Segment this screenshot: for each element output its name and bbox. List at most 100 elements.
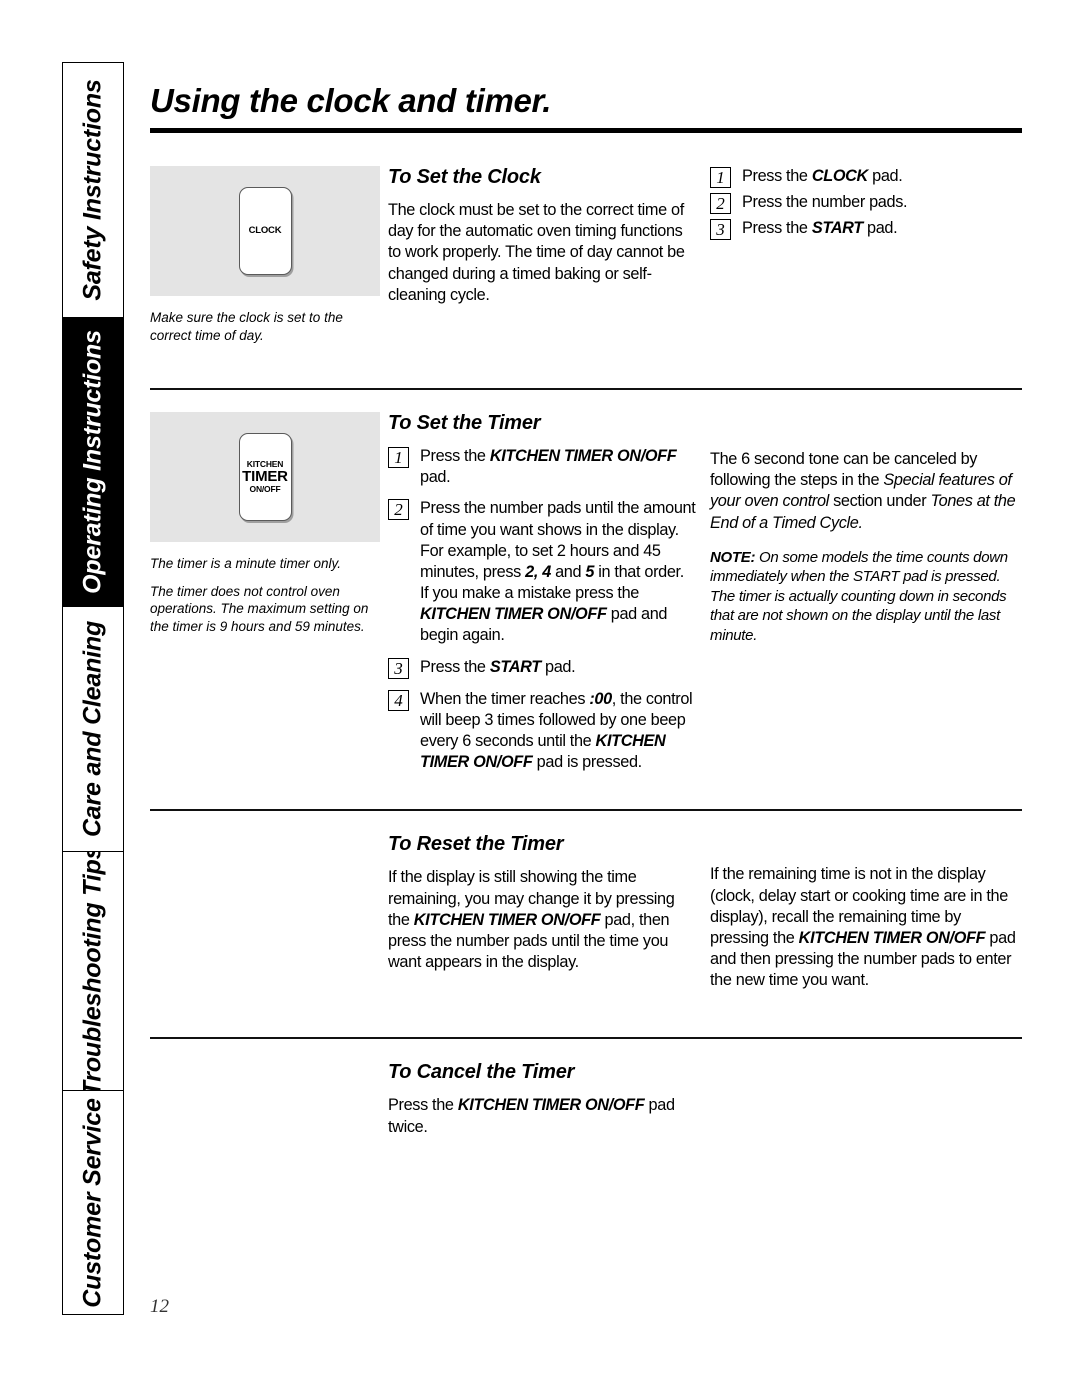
step-number-badge: 4 [388, 689, 409, 711]
numbered-step: 2 Press the number pads until the amount … [388, 498, 696, 646]
emphasis-text: 5 [585, 562, 595, 581]
timer-pad-illustration: KITCHEN TIMER ON/OFF [150, 412, 380, 543]
sidebar-tab-safety-instructions[interactable]: Safety Instructions [63, 63, 123, 318]
step-text: Press the number pads until the amount o… [420, 498, 696, 646]
sidebar-tab-label: Operating Instructions [78, 330, 107, 594]
step-number-badge: 2 [388, 499, 409, 521]
cancel-timer-section: To Cancel the Timer Press the KITCHEN TI… [150, 1061, 1022, 1137]
page-content: Using the clock and timer. CLOCK Make su… [150, 62, 1022, 1138]
emphasis-text: KITCHEN TIMER ON/OFF [489, 447, 677, 466]
reset-left-column: To Reset the Timer If the display is sti… [388, 833, 710, 973]
plain-text: Press the [742, 219, 812, 237]
emphasis-text: NOTE: [710, 548, 756, 566]
emphasis-text: :00 [589, 689, 612, 708]
plain-text: pad. [420, 468, 451, 487]
numbered-step: 3 Press the START pad. [710, 218, 1022, 240]
plain-text: section under [828, 492, 931, 511]
plain-text: pad. [862, 219, 898, 237]
sidebar-tab-label: Safety Instructions [78, 79, 107, 301]
set-clock-body: The clock must be set to the correct tim… [388, 200, 696, 306]
set-clock-heading: To Set the Clock [388, 166, 541, 188]
kitchen-timer-pad-button[interactable]: KITCHEN TIMER ON/OFF [238, 433, 292, 522]
emphasis-text: KITCHEN TIMER ON/OFF [457, 1096, 645, 1115]
step-text: Press the START pad. [420, 657, 696, 678]
clock-text-column: To Set the Clock The clock must be set t… [388, 166, 710, 306]
set-timer-heading: To Set the Timer [388, 412, 541, 435]
set-clock-steps: 1 Press the CLOCK pad. 2 Press the number p… [710, 166, 1022, 240]
step-number-badge: 1 [710, 167, 731, 188]
clock-pad-label: CLOCK [248, 224, 282, 236]
timer-tone-paragraph: The 6 second tone can be canceled by fol… [710, 449, 1022, 534]
timer-caption-line-2: The timer does not control oven operatio… [150, 583, 369, 634]
emphasis-text: KITCHEN TIMER ON/OFF [420, 605, 607, 624]
emphasis-text: START [811, 219, 863, 237]
reset-right-column: If the remaining time is not in the disp… [710, 833, 1022, 991]
numbered-step: 3 Press the START pad. [388, 657, 696, 679]
set-clock-section: CLOCK Make sure the clock is set to the … [150, 166, 1022, 344]
clock-graphic-column: CLOCK Make sure the clock is set to the … [150, 166, 388, 344]
step-text: Press the number pads. [742, 192, 1022, 213]
timer-graphic-caption: The timer is a minute timer only. The ti… [150, 555, 380, 635]
sidebar-tab-operating-instructions[interactable]: Operating Instructions [63, 317, 123, 608]
timer-caption-line-1: The timer is a minute timer only. [150, 556, 342, 572]
timer-steps-column: To Set the Timer 1 Press the KITCHEN TIME… [388, 412, 710, 773]
reset-right-paragraph: If the remaining time is not in the disp… [710, 864, 1022, 991]
sidebar-tab-troubleshooting-tips[interactable]: Troubleshooting Tips [63, 852, 123, 1092]
plain-text: When the timer reaches [420, 689, 590, 708]
plain-text: Press the [420, 657, 490, 676]
step-number-badge: 3 [388, 657, 409, 679]
plain-text: pad. [540, 657, 576, 676]
step-text: When the timer reaches :00, the control … [420, 689, 696, 774]
italic-text: On some models the time counts down imme… [710, 548, 1008, 644]
set-timer-section: KITCHEN TIMER ON/OFF The timer is a minu… [150, 412, 1022, 773]
cancel-timer-paragraph: Press the KITCHEN TIMER ON/OFF pad twice… [388, 1095, 696, 1137]
clock-pad-illustration: CLOCK [150, 166, 380, 296]
divider-after-reset [150, 1037, 1022, 1040]
step-text: Press the KITCHEN TIMER ON/OFF pad. [420, 446, 696, 488]
divider-after-clock [150, 388, 1022, 391]
plain-text: pad. [867, 167, 903, 185]
page-number: 12 [150, 1296, 169, 1317]
clock-caption-line-1: Make sure the clock is set to the correc… [150, 310, 343, 343]
section-tabs-sidebar: Safety Instructions Operating Instruction… [62, 62, 124, 1315]
set-clock-paragraph: The clock must be set to the correct tim… [388, 201, 685, 304]
cancel-text-column: To Cancel the Timer Press the KITCHEN TI… [388, 1061, 710, 1137]
reset-timer-section: To Reset the Timer If the display is sti… [150, 833, 1022, 991]
set-timer-steps: 1 Press the KITCHEN TIMER ON/OFF pad. 2 Pre… [388, 446, 696, 773]
clock-steps-column: 1 Press the CLOCK pad. 2 Press the number p… [710, 166, 1022, 240]
numbered-step: 1 Press the CLOCK pad. [710, 166, 1022, 188]
timer-note-paragraph: NOTE: On some models the time counts dow… [710, 548, 1022, 646]
timer-pad-label-timer: TIMER [242, 468, 288, 486]
reset-timer-heading: To Reset the Timer [388, 833, 564, 856]
plain-text: Press the number pads. [742, 193, 908, 211]
step-number-badge: 3 [710, 219, 731, 240]
numbered-step: 2 Press the number pads. [710, 192, 1022, 214]
sidebar-tab-customer-service[interactable]: Customer Service [63, 1091, 123, 1314]
plain-text: and [550, 562, 586, 581]
step-number-badge: 2 [710, 193, 731, 214]
step-number-badge: 1 [388, 447, 409, 469]
timer-notes-column: The 6 second tone can be canceled by fol… [710, 412, 1022, 645]
sidebar-tab-care-and-cleaning[interactable]: Care and Cleaning [63, 607, 123, 852]
sidebar-tab-label: Troubleshooting Tips [78, 851, 107, 1092]
reset-left-paragraph: If the display is still showing the time… [388, 867, 696, 973]
divider-after-timer [150, 809, 1022, 812]
emphasis-text: KITCHEN TIMER ON/OFF [413, 910, 601, 929]
step-text: Press the CLOCK pad. [742, 166, 1022, 187]
sidebar-tab-label: Care and Cleaning [78, 620, 107, 837]
plain-text: Press the [742, 167, 812, 185]
plain-text: pad is pressed. [532, 753, 643, 772]
emphasis-text: CLOCK [811, 167, 868, 185]
numbered-step: 1 Press the KITCHEN TIMER ON/OFF pad. [388, 446, 696, 488]
sidebar-tab-label: Customer Service [78, 1097, 107, 1308]
emphasis-text: 2, 4 [525, 562, 551, 581]
plain-text: Press the [420, 447, 490, 466]
title-underline [150, 128, 1022, 133]
clock-graphic-caption: Make sure the clock is set to the correc… [150, 309, 380, 344]
emphasis-text: START [489, 657, 541, 676]
plain-text: Press the [388, 1096, 458, 1115]
page-title: Using the clock and timer. [150, 82, 552, 119]
clock-pad-button[interactable]: CLOCK [238, 187, 292, 275]
timer-pad-label-onoff: ON/OFF [249, 484, 281, 495]
numbered-step: 4 When the timer reaches :00, the control… [388, 689, 696, 774]
